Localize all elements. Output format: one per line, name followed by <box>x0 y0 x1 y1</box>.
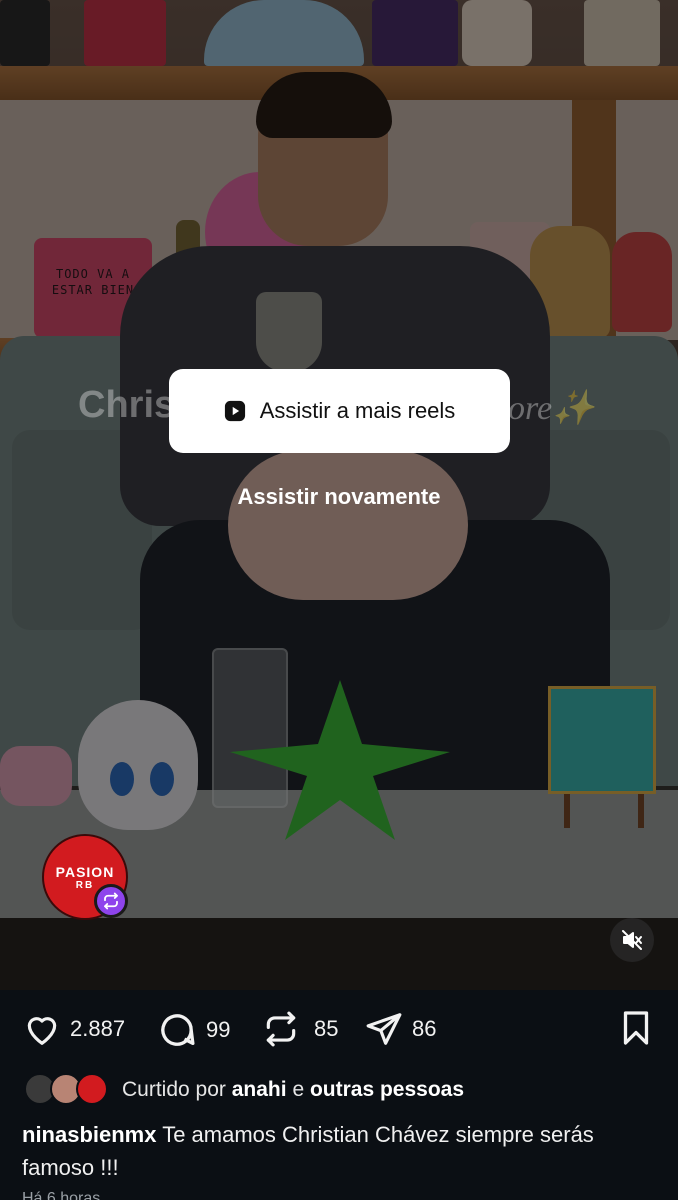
avatar-subtext: RB <box>75 879 95 891</box>
save-button[interactable] <box>618 1008 654 1053</box>
like-button[interactable]: 2.887 <box>22 1010 125 1048</box>
liked-by-avatars <box>24 1073 108 1107</box>
avatar-text: PASION <box>55 863 115 880</box>
repost-count: 85 <box>314 1016 339 1041</box>
watch-more-reels-label: Assistir a mais reels <box>259 398 456 423</box>
watch-more-reels-button[interactable]: Assistir a mais reels <box>169 369 510 453</box>
liked-by-others[interactable]: outras pessoas <box>310 1078 464 1101</box>
liked-by-user[interactable]: anahi <box>232 1078 287 1101</box>
comment-count: 99 <box>206 1017 231 1042</box>
liked-by-text: Curtido por anahi e outras pessoas <box>122 1078 464 1102</box>
repost-button[interactable]: 85 <box>262 1010 338 1048</box>
post-timestamp: Há 6 horas <box>22 1190 101 1200</box>
liked-by-prefix: Curtido por <box>122 1078 226 1101</box>
like-count: 2.887 <box>70 1016 126 1041</box>
post-username[interactable]: ninasbienmx <box>22 1122 156 1147</box>
repost-icon <box>94 884 128 918</box>
comment-bubble-icon <box>161 1014 195 1046</box>
video-caption-text: Chris <box>78 384 176 426</box>
liked-by-connector: e <box>292 1078 305 1101</box>
heart-icon <box>27 1017 57 1045</box>
avatar <box>76 1073 108 1105</box>
reel-video[interactable]: TODO VA A ESTAR BIEN Chris ore✨ Assistir… <box>0 0 678 990</box>
repost-icon <box>266 1011 296 1047</box>
comment-button[interactable]: 99 <box>156 1010 230 1050</box>
share-count: 86 <box>412 1016 437 1041</box>
bookmark-icon <box>623 1011 649 1045</box>
watch-again-link[interactable]: Assistir novamente <box>0 484 678 510</box>
speaker-muted-icon <box>622 930 642 950</box>
post-caption: ninasbienmx Te amamos Christian Chávez s… <box>22 1118 652 1184</box>
play-square-icon <box>224 400 245 422</box>
liked-by-row[interactable]: Curtido por anahi e outras pessoas <box>24 1072 464 1108</box>
share-button[interactable]: 86 <box>364 1010 436 1048</box>
video-caption-text: ore✨ <box>508 390 595 427</box>
send-icon <box>366 1013 402 1045</box>
mute-button[interactable] <box>610 918 654 962</box>
